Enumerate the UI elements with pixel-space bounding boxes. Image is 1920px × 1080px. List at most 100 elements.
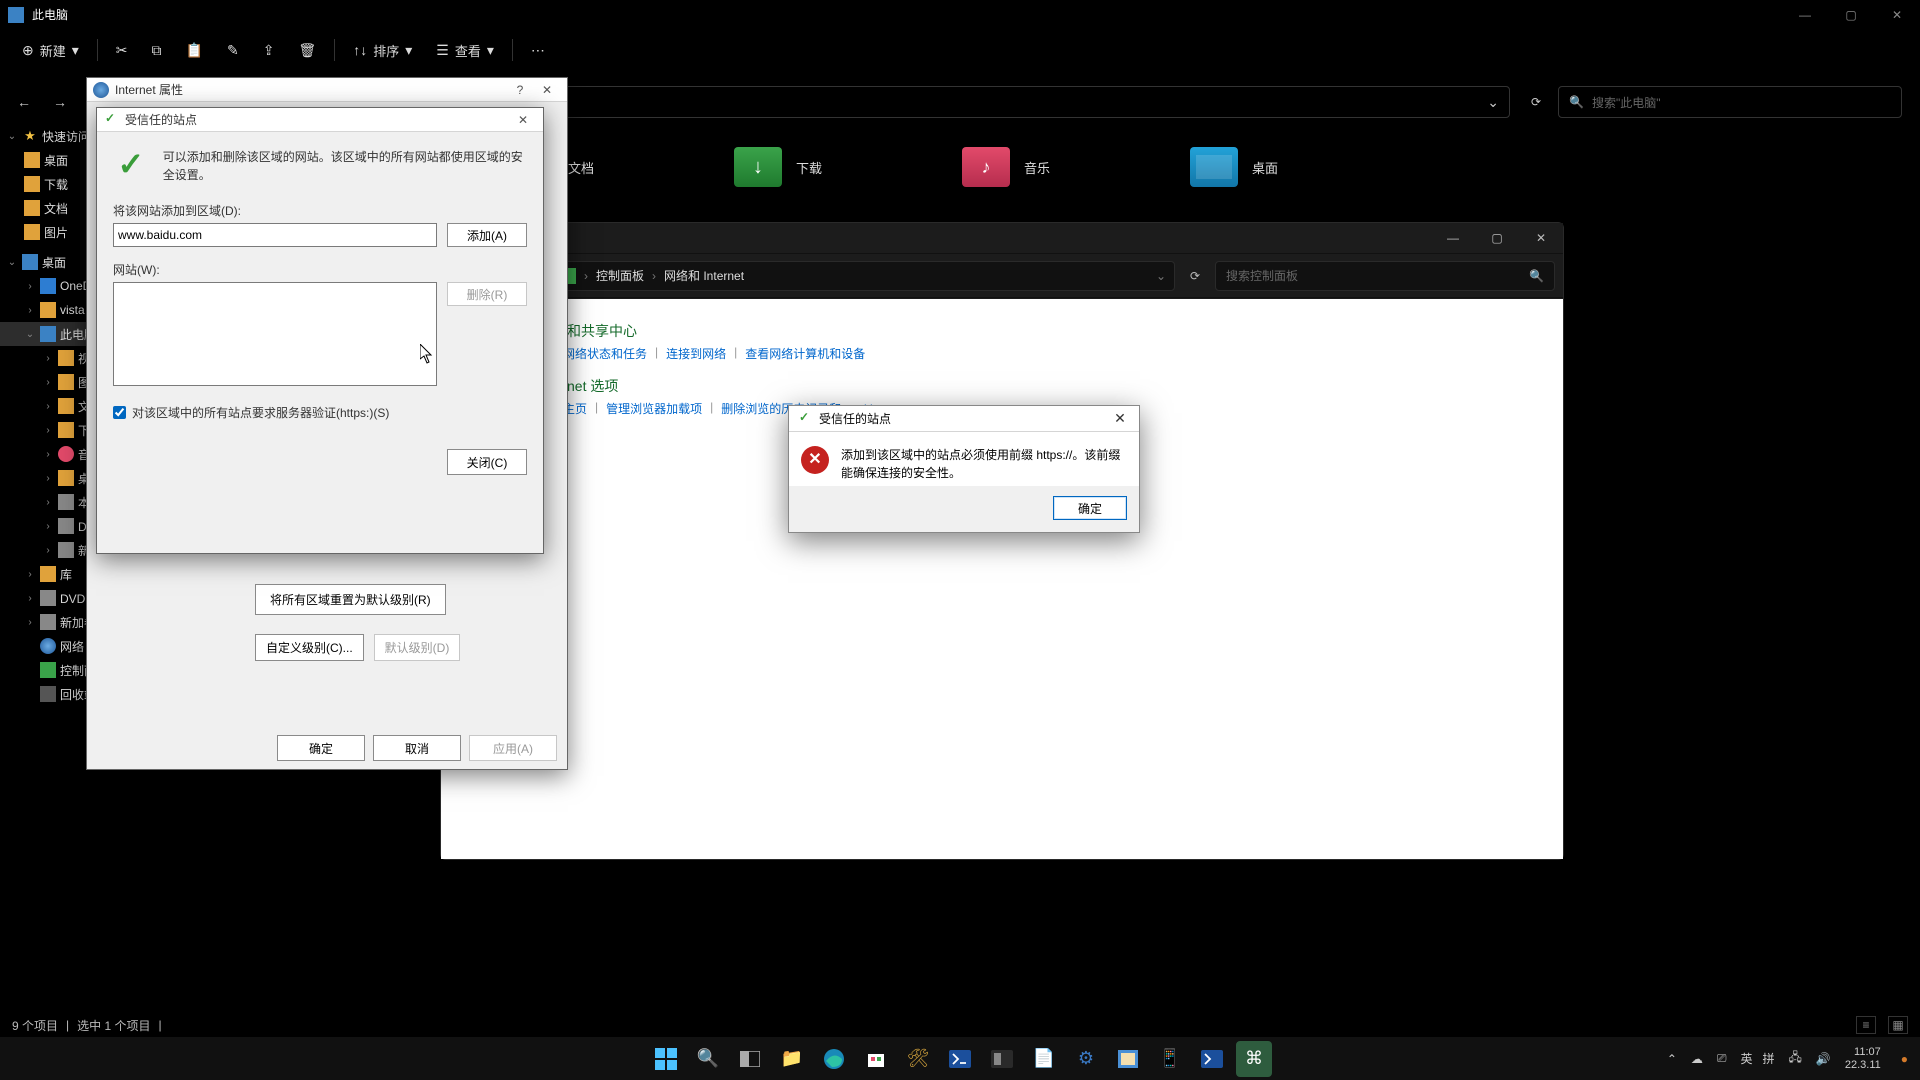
msgbox-close-button[interactable]: ✕: [1109, 410, 1131, 427]
taskbar-app-icon[interactable]: 🛠: [900, 1041, 936, 1077]
taskbar-powershell-button[interactable]: [942, 1041, 978, 1077]
tray-regional-icon[interactable]: ⎚: [1717, 1051, 1727, 1066]
tdlg-add-button[interactable]: 添加(A): [447, 223, 527, 247]
cpl-sublink[interactable]: 连接到网络: [666, 345, 726, 362]
tray-network-icon[interactable]: 🖧: [1789, 1048, 1802, 1069]
tray-notifications-icon[interactable]: ●: [1901, 1052, 1908, 1066]
share-button[interactable]: ⇪: [253, 36, 285, 65]
nav-back-button[interactable]: ←: [10, 88, 38, 116]
copy-button[interactable]: ⧉: [142, 36, 172, 65]
tray-chevron-icon[interactable]: ⌃: [1667, 1052, 1677, 1066]
cpl-breadcrumb[interactable]: › 控制面板 › 网络和 Internet ⌄: [551, 261, 1175, 291]
tree-download[interactable]: 下载: [0, 172, 86, 196]
window-close-button[interactable]: ✕: [1874, 0, 1920, 29]
cpl-link-internet-options[interactable]: Internet 选项: [539, 376, 879, 396]
tree-libraries[interactable]: ›库: [0, 562, 86, 586]
crumb-dropdown-icon[interactable]: ⌄: [1156, 269, 1166, 283]
tree-documents2[interactable]: ›文档: [0, 394, 86, 418]
nav-refresh-button[interactable]: ⟳: [1522, 88, 1550, 116]
view-details-button[interactable]: ≡: [1856, 1016, 1876, 1034]
tree-desktop[interactable]: 桌面: [0, 148, 86, 172]
cut-button[interactable]: ✂: [106, 36, 138, 65]
address-dropdown-icon[interactable]: ⌄: [1487, 88, 1499, 116]
cpl-sublink[interactable]: 管理浏览器加载项: [606, 400, 702, 417]
start-button[interactable]: [648, 1041, 684, 1077]
sort-button[interactable]: ↑↓排序▾: [343, 35, 422, 66]
cpl-sublink[interactable]: 查看网络计算机和设备: [745, 345, 865, 362]
idlg-cancel-button[interactable]: 取消: [373, 735, 461, 761]
tree-pictures[interactable]: 图片: [0, 220, 86, 244]
cpl-close-button[interactable]: ✕: [1519, 223, 1563, 254]
taskbar-taskview-button[interactable]: [732, 1041, 768, 1077]
tree-network[interactable]: 网络: [0, 634, 86, 658]
cpl-refresh-button[interactable]: ⟳: [1181, 262, 1209, 290]
tree-desktop3[interactable]: ›桌面: [0, 466, 86, 490]
more-button[interactable]: ⋯: [521, 36, 555, 65]
crumb-net[interactable]: 网络和 Internet: [664, 267, 744, 284]
folder-download[interactable]: ↓下载: [734, 147, 822, 187]
tree-quick-access[interactable]: ⌄★快速访问: [0, 124, 86, 148]
cpl-min-button[interactable]: —: [1431, 223, 1475, 254]
tree-dvd[interactable]: ›DVD 驱动器: [0, 514, 86, 538]
tray-onedrive-icon[interactable]: ☁: [1691, 1052, 1703, 1066]
tray-clock[interactable]: 11:07 22.3.11: [1845, 1046, 1881, 1071]
tree-dvd2[interactable]: ›DVD 驱动器 (D:): [0, 586, 86, 610]
tree-documents[interactable]: 文档: [0, 196, 86, 220]
tdlg-close-button[interactable]: 关闭(C): [447, 449, 527, 475]
navigation-tree[interactable]: ⌄★快速访问 桌面 下载 文档 图片 ⌄桌面 ›OneDrive ›vista …: [0, 124, 86, 1037]
nav-forward-button[interactable]: →: [46, 88, 74, 116]
window-minimize-button[interactable]: —: [1782, 0, 1828, 29]
taskbar-app-icon[interactable]: 📱: [1152, 1041, 1188, 1077]
crumb-cpl[interactable]: 控制面板: [596, 267, 644, 284]
tdlg-remove-button[interactable]: 删除(R): [447, 282, 527, 306]
idlg-apply-button[interactable]: 应用(A): [469, 735, 557, 761]
tree-pictures2[interactable]: ›图片: [0, 370, 86, 394]
delete-button[interactable]: 🗑: [288, 36, 326, 65]
taskbar-terminal-button[interactable]: [1194, 1041, 1230, 1077]
taskbar-notepad-button[interactable]: 📄: [1026, 1041, 1062, 1077]
idlg-ok-button[interactable]: 确定: [277, 735, 365, 761]
folder-desktop[interactable]: 桌面: [1190, 147, 1278, 187]
tray-language-2[interactable]: 拼: [1763, 1050, 1775, 1067]
tree-recycle[interactable]: 回收站: [0, 682, 86, 706]
taskbar-explorer-button[interactable]: 📁: [774, 1041, 810, 1077]
taskbar-app-icon[interactable]: [1110, 1041, 1146, 1077]
tdlg-title-close-button[interactable]: ✕: [509, 113, 537, 127]
window-maximize-button[interactable]: ▢: [1828, 0, 1874, 29]
tree-desktop-root[interactable]: ⌄桌面: [0, 250, 86, 274]
idlg-reset-all-button[interactable]: 将所有区域重置为默认级别(R): [255, 584, 446, 615]
idlg-custom-level-button[interactable]: 自定义级别(C)...: [255, 634, 364, 661]
taskbar-search-button[interactable]: 🔍: [690, 1041, 726, 1077]
tree-music[interactable]: ›音乐: [0, 442, 86, 466]
cpl-link-network-sharing[interactable]: 网络和共享中心: [539, 321, 865, 341]
tree-onedrive[interactable]: ›OneDrive: [0, 274, 86, 298]
tdlg-url-input[interactable]: [113, 223, 437, 247]
taskbar-edge-button[interactable]: [816, 1041, 852, 1077]
idlg-close-button[interactable]: ✕: [533, 83, 561, 97]
folder-music[interactable]: ♪音乐: [962, 147, 1050, 187]
cpl-search-input[interactable]: 搜索控制面板 🔍: [1215, 261, 1555, 291]
idlg-help-button[interactable]: ?: [507, 83, 533, 97]
tdlg-sites-listbox[interactable]: [113, 282, 437, 386]
new-button[interactable]: ⊕新建▾: [12, 35, 89, 66]
tree-local-disk[interactable]: ›本地磁盘: [0, 490, 86, 514]
explorer-search-input[interactable]: 🔍 搜索"此电脑": [1558, 86, 1902, 118]
tree-download2[interactable]: ›下载: [0, 418, 86, 442]
tdlg-https-checkbox[interactable]: [113, 406, 126, 419]
tree-newvol[interactable]: ›新加卷: [0, 538, 86, 562]
tree-control-panel[interactable]: 控制面板: [0, 658, 86, 682]
taskbar-store-button[interactable]: [858, 1041, 894, 1077]
view-grid-button[interactable]: ▦: [1888, 1016, 1908, 1034]
tree-newvol2[interactable]: ›新加卷 (E:): [0, 610, 86, 634]
tree-vista[interactable]: ›vista: [0, 298, 86, 322]
cpl-max-button[interactable]: ▢: [1475, 223, 1519, 254]
taskbar-app-icon[interactable]: ⌘: [1236, 1041, 1272, 1077]
taskbar-app-icon[interactable]: ⚙: [1068, 1041, 1104, 1077]
rename-button[interactable]: ✎: [217, 36, 249, 65]
paste-button[interactable]: 📋: [176, 36, 213, 65]
taskbar-app-icon[interactable]: [984, 1041, 1020, 1077]
msgbox-ok-button[interactable]: 确定: [1053, 496, 1127, 520]
view-button[interactable]: ☰查看▾: [426, 35, 504, 66]
tree-videos[interactable]: ›视频: [0, 346, 86, 370]
idlg-default-level-button[interactable]: 默认级别(D): [374, 634, 461, 661]
